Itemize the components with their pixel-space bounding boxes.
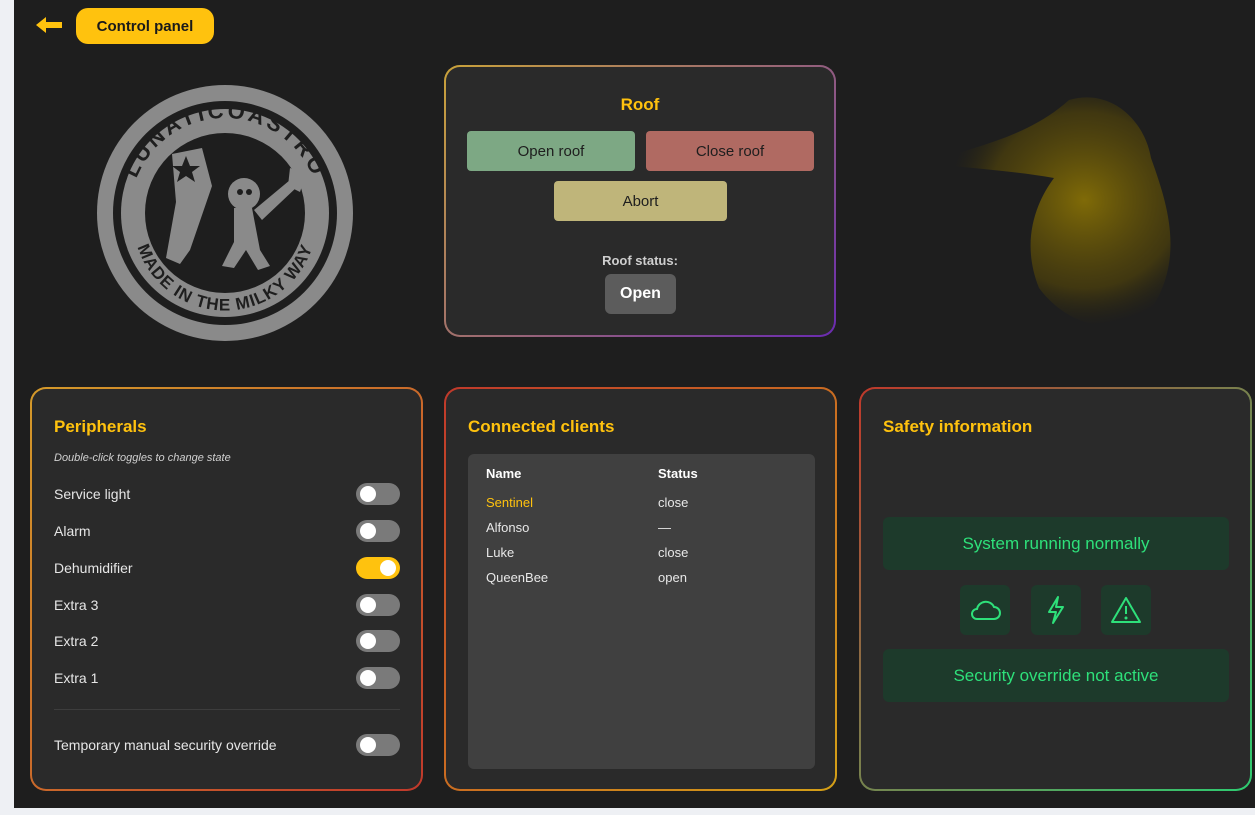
dehumidifier-toggle[interactable] <box>356 557 400 579</box>
cloud-icon <box>960 585 1010 635</box>
client-name: Sentinel <box>486 495 533 510</box>
override-row: Temporary manual security override <box>54 734 400 758</box>
clients-table: Name Status Sentinel close Alfonso — Luk… <box>468 454 815 769</box>
peripheral-label: Service light <box>54 486 131 502</box>
toggle-knob <box>360 633 376 649</box>
client-name: Alfonso <box>486 520 530 535</box>
extra-1-toggle[interactable] <box>356 667 400 689</box>
close-roof-button[interactable]: Close roof <box>646 131 814 171</box>
peripheral-label: Dehumidifier <box>54 560 133 576</box>
peripheral-row: Extra 2 <box>54 630 400 654</box>
peripheral-row: Extra 3 <box>54 594 400 618</box>
client-status: close <box>658 495 689 510</box>
abort-button[interactable]: Abort <box>554 181 727 221</box>
client-name: Luke <box>486 545 515 560</box>
extra-3-toggle[interactable] <box>356 594 400 616</box>
back-arrow-icon[interactable] <box>34 14 64 36</box>
peripherals-title: Peripherals <box>54 417 147 436</box>
override-label: Temporary manual security override <box>54 737 277 753</box>
override-status-banner: Security override not active <box>883 649 1229 702</box>
open-roof-button[interactable]: Open roof <box>467 131 635 171</box>
peripheral-row: Service light <box>54 483 400 507</box>
lightning-icon <box>1031 585 1081 635</box>
safety-card: Safety information System running normal… <box>859 387 1252 791</box>
hummingbird-graphic <box>924 97 1171 326</box>
extra-2-toggle[interactable] <box>356 630 400 652</box>
client-status: — <box>658 520 671 535</box>
roof-card: Roof Open roof Close roof Abort Roof sta… <box>444 65 836 337</box>
toggle-knob <box>360 670 376 686</box>
page-title: Control panel <box>76 8 214 44</box>
client-status: close <box>658 545 689 560</box>
alarm-toggle[interactable] <box>356 520 400 542</box>
security-override-toggle[interactable] <box>356 734 400 756</box>
safety-title: Safety information <box>883 417 1033 436</box>
peripheral-label: Extra 3 <box>54 597 99 613</box>
clients-title: Connected clients <box>468 417 615 436</box>
peripheral-row: Extra 1 <box>54 667 400 691</box>
service-light-toggle[interactable] <box>356 483 400 505</box>
toggle-knob <box>360 486 376 502</box>
toggle-knob <box>360 597 376 613</box>
app-window: Control panel LUNATICOASTRO MADE IN THE … <box>14 0 1255 808</box>
client-name: QueenBee <box>486 570 549 585</box>
toggle-knob <box>380 560 396 576</box>
system-status-banner: System running normally <box>883 517 1229 570</box>
toggle-knob <box>360 523 376 539</box>
peripheral-label: Extra 2 <box>54 633 99 649</box>
warning-icon <box>1101 585 1151 635</box>
peripherals-card: Peripherals Double-click toggles to chan… <box>30 387 423 791</box>
peripheral-label: Extra 1 <box>54 670 99 686</box>
column-header-name: Name <box>486 466 522 481</box>
roof-status-badge: Open <box>605 274 676 314</box>
toggle-knob <box>360 737 376 753</box>
clients-card: Connected clients Name Status Sentinel c… <box>444 387 837 791</box>
divider <box>54 709 400 710</box>
lunaticoastro-logo: LUNATICOASTRO MADE IN THE MILKY WAY <box>97 85 353 341</box>
peripheral-row: Alarm <box>54 520 400 544</box>
roof-status-label: Roof status: <box>602 253 678 268</box>
peripheral-row: Dehumidifier <box>54 557 400 581</box>
client-status: open <box>658 570 687 585</box>
column-header-status: Status <box>658 466 698 481</box>
roof-title: Roof <box>620 95 660 114</box>
peripheral-label: Alarm <box>54 523 91 539</box>
peripherals-hint: Double-click toggles to change state <box>54 452 231 464</box>
